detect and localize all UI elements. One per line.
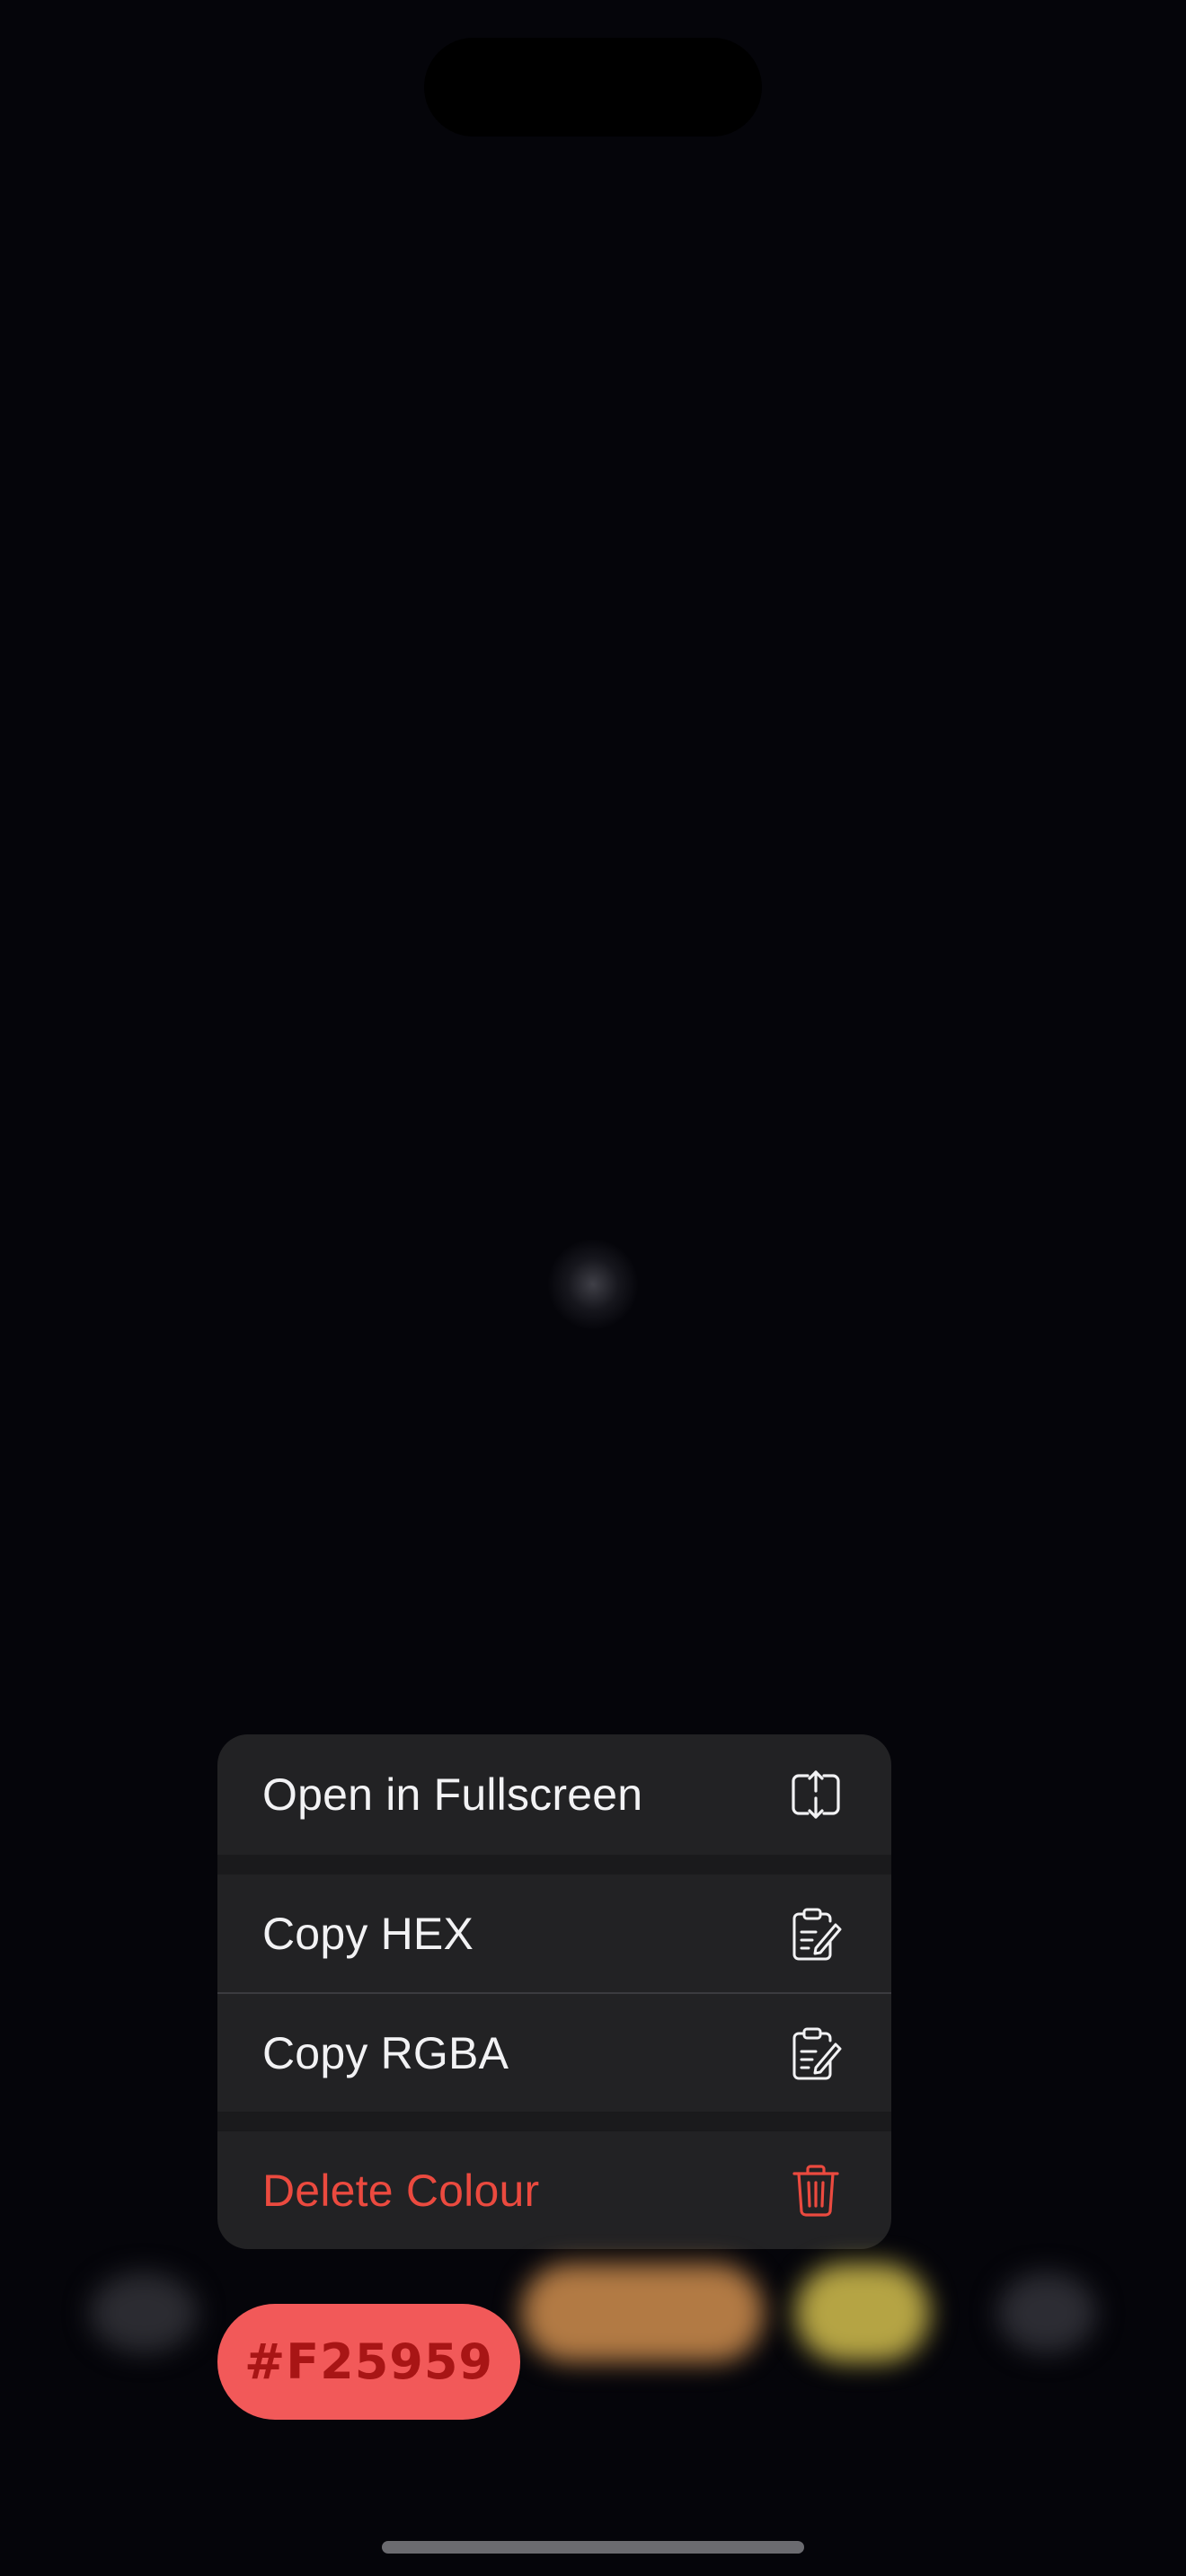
screen: Open in Fullscreen Copy HEX Copy RGBA De…: [0, 0, 1186, 2576]
copy-rgba-menu-item[interactable]: Copy RGBA: [217, 1994, 891, 2112]
trash-icon: [787, 2162, 845, 2219]
context-menu: Open in Fullscreen Copy HEX Copy RGBA De…: [217, 1734, 891, 2249]
colour-swatch[interactable]: [795, 2263, 930, 2362]
colour-swatch[interactable]: [997, 2272, 1096, 2353]
colour-swatch[interactable]: [90, 2272, 198, 2353]
selected-colour-pill[interactable]: #F25959: [217, 2304, 520, 2420]
copy-hex-label: Copy HEX: [262, 1908, 474, 1959]
background-glow: [548, 1239, 638, 1329]
clipboard-edit-icon: [787, 2025, 845, 2082]
fullscreen-arrows-icon: [787, 1766, 845, 1823]
menu-group-separator: [217, 2112, 891, 2131]
copy-rgba-label: Copy RGBA: [262, 2027, 509, 2078]
open-fullscreen-label: Open in Fullscreen: [262, 1769, 643, 1820]
delete-colour-label: Delete Colour: [262, 2165, 540, 2216]
open-fullscreen-menu-item[interactable]: Open in Fullscreen: [217, 1734, 891, 1855]
delete-colour-menu-item[interactable]: Delete Colour: [217, 2131, 891, 2249]
menu-group-separator: [217, 1855, 891, 1875]
home-indicator[interactable]: [382, 2541, 804, 2554]
hex-code-label: #F25959: [244, 2333, 493, 2390]
colour-swatch[interactable]: [521, 2263, 764, 2362]
clipboard-edit-icon: [787, 1905, 845, 1963]
dynamic-island: [424, 38, 762, 137]
copy-hex-menu-item[interactable]: Copy HEX: [217, 1875, 891, 1992]
